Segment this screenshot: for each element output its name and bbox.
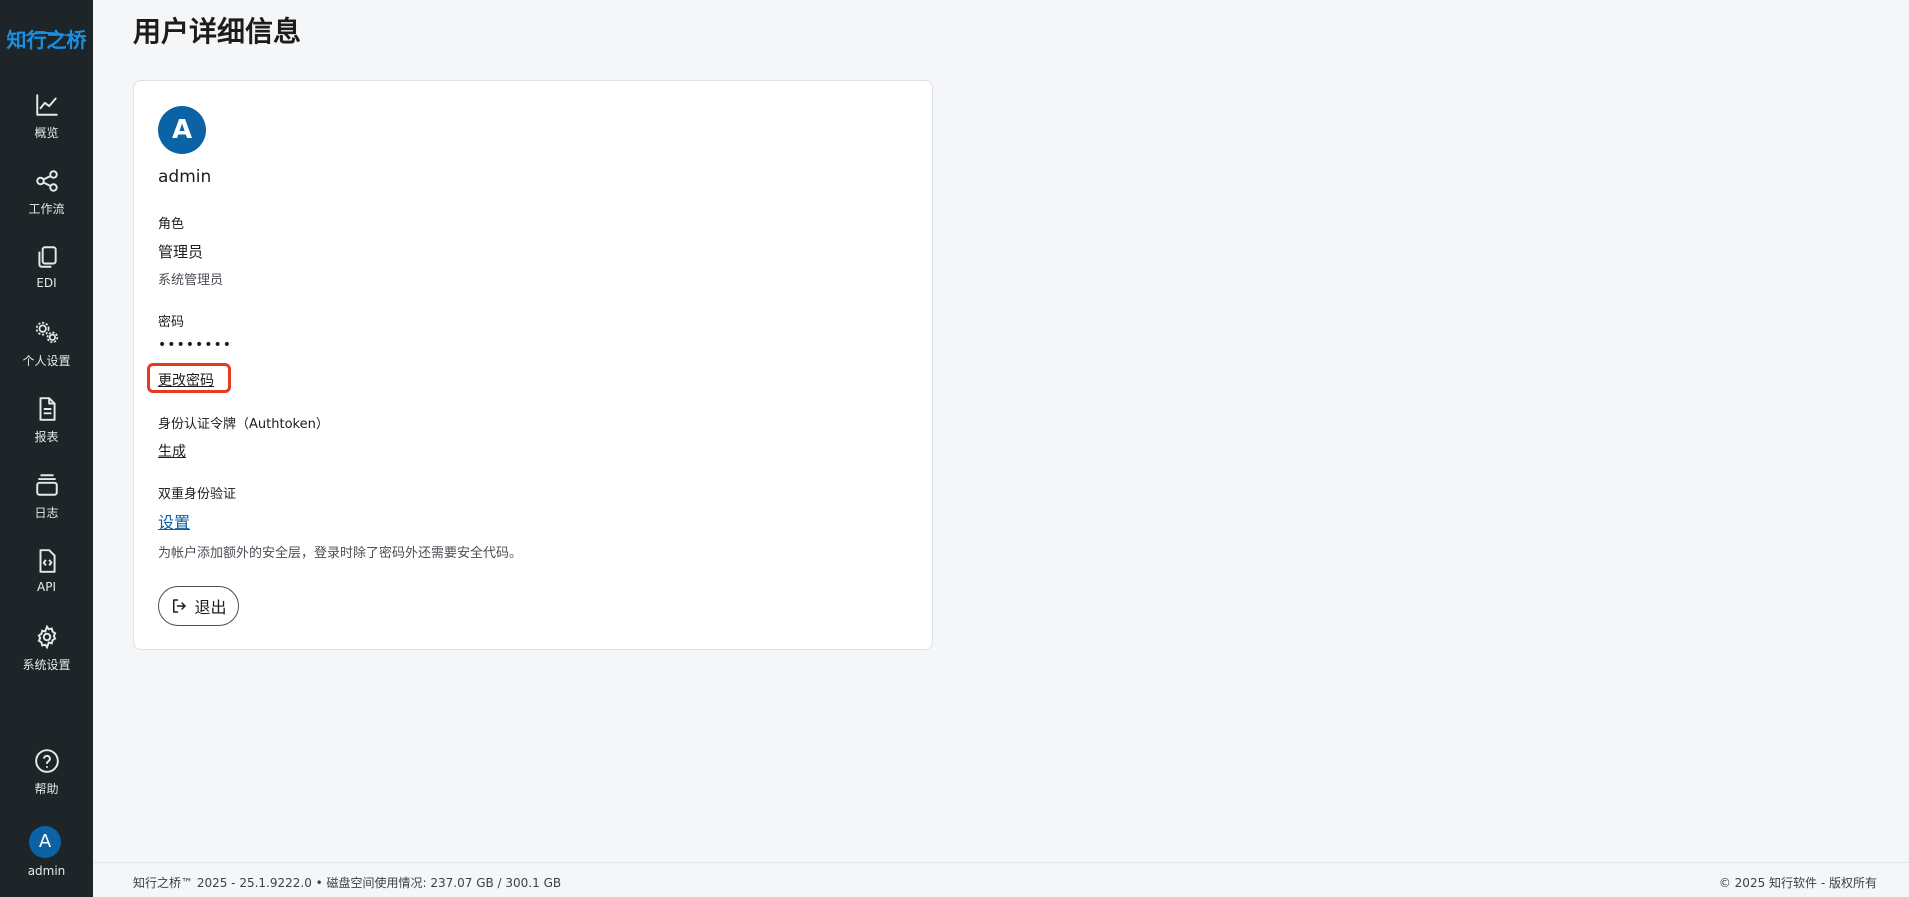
sidebar-item-label: 系统设置 [22, 658, 71, 672]
user-details-card: A admin 角色 管理员 系统管理员 密码 •••••••• 更改密码 身份… [133, 80, 933, 650]
footer-copyright: © 2025 知行软件 - 版权所有 [1718, 876, 1877, 890]
sidebar-item-label: 工作流 [28, 202, 65, 216]
gear-icon [37, 624, 56, 650]
sidebar-item-label: 日志 [34, 506, 59, 520]
generate-authtoken-link[interactable]: 生成 [158, 441, 186, 461]
sidebar-item-logs[interactable]: 日志 [0, 472, 93, 534]
sidebar-item-api[interactable]: API [0, 548, 93, 610]
sidebar-item-label: 帮助 [34, 782, 59, 796]
chart-line-icon [35, 94, 58, 116]
stack-layers-icon [35, 474, 58, 496]
sidebar-item-label: EDI [36, 276, 57, 290]
code-file-icon [39, 549, 56, 573]
sidebar-item-overview[interactable]: 概览 [0, 92, 93, 154]
footer: 知行之桥™ 2025 - 25.1.9222.0 • 磁盘空间使用情况: 237… [93, 862, 1909, 897]
sidebar-item-help[interactable]: 帮助 [0, 748, 93, 810]
help-circle-icon [34, 749, 59, 773]
sidebar-item-reports[interactable]: 报表 [0, 396, 93, 458]
role-description: 系统管理员 [158, 273, 224, 288]
password-label: 密码 [158, 315, 185, 330]
role-label: 角色 [158, 217, 185, 232]
gears-icon [35, 321, 58, 344]
logout-label: 退出 [194, 598, 227, 617]
two-factor-description: 为帐户添加额外的安全层，登录时除了密码外还需要安全代码。 [158, 546, 523, 561]
app-logo[interactable]: 知行之桥 [0, 14, 93, 52]
user-avatar[interactable]: A [29, 826, 61, 858]
sidebar: 知行之桥 概览 工作流 EDI 个人设置 报表 日志 API 系统设置 帮助 A… [0, 0, 93, 897]
username: admin [158, 167, 212, 187]
two-factor-label: 双重身份验证 [158, 487, 237, 502]
sidebar-item-label: 概览 [34, 126, 59, 140]
logo-text: 知行之桥 [6, 28, 87, 52]
password-value: •••••••• [158, 337, 233, 353]
sidebar-item-workflow[interactable]: 工作流 [0, 168, 93, 230]
copy-documents-icon [37, 246, 57, 268]
logout-icon [173, 599, 187, 613]
sidebar-item-edi[interactable]: EDI [0, 244, 93, 306]
sidebar-item-label: 报表 [34, 430, 59, 444]
sidebar-item-label: API [37, 580, 56, 594]
logout-button[interactable]: 退出 [158, 586, 239, 626]
footer-version-disk: 知行之桥™ 2025 - 25.1.9222.0 • 磁盘空间使用情况: 237… [133, 876, 562, 890]
sidebar-item-label: 个人设置 [22, 354, 71, 368]
user-name-label[interactable]: admin [0, 864, 93, 878]
share-nodes-icon [35, 170, 58, 192]
role-value: 管理员 [158, 243, 204, 261]
page-title: 用户详细信息 [133, 15, 302, 48]
sidebar-item-system-settings[interactable]: 系统设置 [0, 624, 93, 686]
two-factor-setup-link[interactable]: 设置 [158, 509, 190, 533]
change-password-link[interactable]: 更改密码 [158, 370, 214, 390]
document-icon [39, 397, 56, 421]
sidebar-item-personal-settings[interactable]: 个人设置 [0, 320, 93, 382]
authtoken-label: 身份认证令牌（Authtoken） [158, 417, 329, 432]
user-avatar-large: A [158, 106, 206, 154]
